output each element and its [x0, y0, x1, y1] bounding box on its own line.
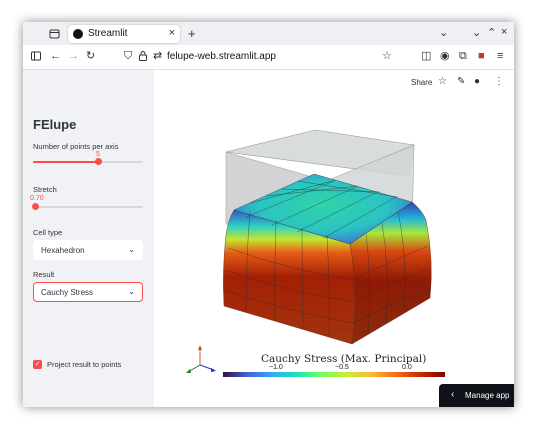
manage-app-button[interactable]: ‹ Manage app: [439, 384, 514, 407]
colorbar: [223, 372, 445, 377]
project-checkbox-label: Project result to points: [47, 360, 122, 369]
sidebar: FElupe Number of points per axis 5 Stret…: [23, 70, 154, 407]
github-icon[interactable]: ●: [474, 76, 480, 87]
lock-icon[interactable]: [139, 51, 147, 64]
tab-overview-icon[interactable]: [49, 28, 60, 42]
manage-app-label: Manage app: [465, 391, 510, 400]
tab-streamlit[interactable]: Streamlit ×: [68, 25, 180, 43]
app-title: FElupe: [33, 117, 77, 132]
pocket-icon[interactable]: ◫: [421, 51, 431, 62]
extension-badge-icon[interactable]: ■: [478, 51, 485, 62]
project-checkbox[interactable]: ✓: [33, 360, 42, 369]
result-label: Result: [33, 270, 55, 279]
result-value: Cauchy Stress: [41, 288, 94, 297]
stretch-slider-thumb[interactable]: [32, 203, 39, 210]
menu-icon[interactable]: ≡: [497, 51, 503, 62]
stretch-slider-label: Stretch: [33, 185, 57, 194]
points-slider-value: 5: [96, 151, 100, 158]
navigation-bar: ← → ↻ ⛉ ⇄ felupe-web.streamlit.app ☆ ◫ ◉…: [23, 45, 514, 70]
result-select[interactable]: Cauchy Stress ⌄: [33, 282, 143, 302]
reload-icon[interactable]: ↻: [86, 51, 95, 62]
chevron-down-icon: ⌄: [128, 245, 135, 254]
close-tab-icon[interactable]: ×: [169, 27, 175, 39]
back-icon[interactable]: ←: [50, 51, 61, 62]
colorbar-tick-3: 0.0: [402, 364, 412, 371]
list-tabs-icon[interactable]: ⌄: [439, 28, 448, 39]
colorbar-tick-1: −1.0: [269, 364, 283, 371]
tab-bar: Streamlit × + ⌄ ⌄ ⌃ ×: [23, 22, 514, 45]
share-button[interactable]: Share: [411, 78, 432, 87]
cell-type-label: Cell type: [33, 228, 63, 237]
account-icon[interactable]: ◉: [440, 51, 450, 62]
forward-icon[interactable]: →: [68, 51, 79, 62]
bookmark-star-icon[interactable]: ☆: [382, 51, 392, 62]
points-slider-fill: [33, 161, 99, 163]
axes-triad-icon: [186, 345, 216, 373]
chevron-left-icon: ‹: [451, 389, 455, 400]
star-icon[interactable]: ☆: [438, 76, 447, 87]
edit-pencil-icon[interactable]: ✎: [457, 76, 465, 87]
cell-type-value: Hexahedron: [41, 246, 85, 255]
tab-title: Streamlit: [88, 28, 128, 39]
stretch-slider-value: 0.70: [30, 195, 44, 202]
more-options-icon[interactable]: ⋮: [494, 76, 504, 87]
new-tab-icon[interactable]: +: [188, 27, 196, 40]
browser-window: Streamlit × + ⌄ ⌄ ⌃ × ← → ↻ ⛉ ⇄ felupe-w…: [23, 22, 514, 407]
sidebar-toggle-icon[interactable]: [31, 51, 41, 64]
permissions-icon[interactable]: ⇄: [153, 51, 162, 62]
extensions-icon[interactable]: ⧉: [459, 51, 467, 62]
points-slider-label: Number of points per axis: [33, 142, 119, 151]
shield-icon[interactable]: ⛉: [124, 51, 132, 62]
maximize-icon[interactable]: ⌃: [487, 28, 496, 39]
points-slider-thumb[interactable]: [95, 158, 102, 165]
minimize-icon[interactable]: ⌄: [472, 28, 481, 39]
close-window-icon[interactable]: ×: [501, 27, 507, 38]
url-text[interactable]: felupe-web.streamlit.app: [167, 51, 276, 62]
chevron-down-icon: ⌄: [128, 287, 135, 296]
streamlit-favicon-icon: [73, 29, 83, 39]
cell-type-select[interactable]: Hexahedron ⌄: [33, 240, 143, 260]
stretch-slider-track[interactable]: [33, 206, 143, 208]
colorbar-tick-2: −0.5: [335, 364, 349, 371]
